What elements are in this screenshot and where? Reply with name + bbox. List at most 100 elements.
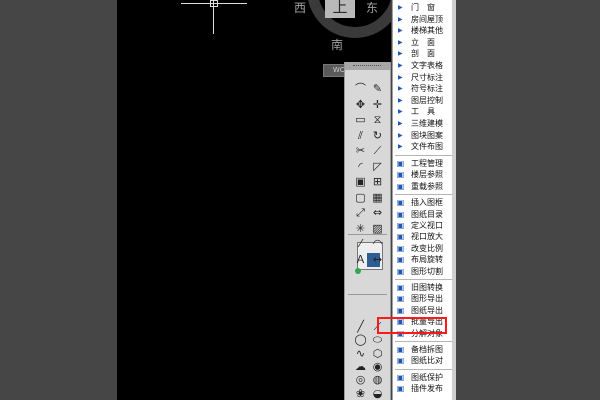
menu-item-label: 工 具 [411,107,435,117]
plugin-icon: ▣ [396,384,405,394]
menu-item-command[interactable]: ▣ 备档拆图 [393,344,455,355]
insert-tool-icon[interactable]: ⊞ [370,175,385,188]
point-tool-icon[interactable]: ◉ [370,360,385,373]
submenu-arrow-icon: ▶ [398,27,403,35]
menu-item-command[interactable]: ▣ 改变比例 [393,243,455,254]
block-tool-icon[interactable]: ▣ [353,175,368,188]
explode-tool-icon[interactable]: ✳ [353,222,368,235]
ellipse-tool-icon[interactable]: ⬭ [370,333,385,346]
viewcube-west-label[interactable]: 西 [294,0,306,16]
menu-item-command[interactable]: ▣ 旧图转换 [393,282,455,293]
move-tool-icon[interactable]: ✛ [370,98,385,111]
menu-item-command[interactable]: ▣ 图纸比对 [393,355,455,366]
menu-item-command[interactable]: ▣ 插件发布 [393,383,455,394]
menu-item-label: 图纸比对 [411,356,443,366]
menu-item-command[interactable]: ▣ 图形导出 [393,293,455,304]
revcloud-tool-icon[interactable]: ❀ [353,387,368,400]
rotate-tool-icon[interactable]: ↻ [370,129,385,142]
menu-item-command[interactable]: ▣ 插入图框 [393,197,455,208]
gradient-tool-icon[interactable]: ◒ [370,387,385,400]
menu-item-label: 符号标注 [411,84,443,94]
dimension-tool-icon[interactable]: ↔ [370,253,385,266]
menu-item-label: 重载参照 [411,181,443,191]
menu-item-label: 剖 面 [411,49,435,59]
submenu-arrow-icon: ▶ [398,143,403,151]
wipeout-tool-icon[interactable]: ◍ [370,373,385,386]
menu-item-command[interactable]: ▣ 视口放大 [393,231,455,242]
tool-palette: ⌒ ✎ ✥ ✛ ▭ ⧖ ⫽ ↻ ✂ ⟋ ◜ ◸ ▣ ⊞ ▢ ▦ ⤢ ⇔ ✳ ▨ ⁄ ◠ Ａ ↔ ╱ ⟋ ◯ ⬭ ∿ ⬡ ☁ ◉ ◎ ◍ ❀ ◒ [344,62,391,400]
menu-item-label: 布局旋转 [411,255,443,265]
menu-item-submenu[interactable]: ▶ 门 窗 [393,2,455,13]
menu-item-label: 旧图转换 [411,283,443,292]
polyline-tool-icon[interactable]: ⌒ [353,82,368,95]
circle-tool-icon[interactable]: ◯ [353,333,368,346]
reload-ref-icon: ▣ [396,181,405,191]
rectangle-tool-icon[interactable]: ▭ [353,113,368,126]
floor-ref-icon: ▣ [396,170,405,180]
menu-item-submenu[interactable]: ▶ 文字表格 [393,60,455,71]
convert-icon: ▣ [396,283,405,292]
menu-item-submenu[interactable]: ▶ 文件布图 [393,141,455,152]
viewcube-top-face[interactable]: 上 [325,0,355,18]
donut-tool-icon[interactable]: ◎ [353,373,368,386]
region-tool-icon[interactable]: ▢ [353,191,368,204]
menu-item-label: 备档拆图 [411,345,443,354]
polygon-tool-icon[interactable]: ⬡ [370,347,385,360]
trim-tool-icon[interactable]: ✂ [353,144,368,157]
menu-item-label: 图纸目录 [411,209,443,219]
cut-icon: ▣ [396,266,405,276]
menu-item-label: 图纸导出 [411,305,443,315]
menu-item-command[interactable]: ▣ 图纸导出 [393,305,455,316]
menu-item-command[interactable]: ▣ 图纸保护 [393,372,455,383]
menu-item-submenu[interactable]: ▶ 尺寸标注 [393,72,455,83]
menu-item-label: 尺寸标注 [411,72,443,82]
pencil-tool-icon[interactable]: ✎ [370,82,385,95]
arc-tool-icon[interactable]: ◠ [370,237,385,250]
menu-item-command[interactable]: ▣ 布局旋转 [393,254,455,265]
draw-line-icon[interactable]: ╱ [353,320,368,333]
viewcube-south-label[interactable]: 南 [331,36,343,53]
menu-item-label: 工程管理 [411,159,443,168]
menu-item-submenu[interactable]: ▶ 三维建模 [393,118,455,129]
menu-item-submenu[interactable]: ▶ 符号标注 [393,83,455,94]
spline-tool-icon[interactable]: ∿ [353,347,368,360]
scale-tool-icon[interactable]: ⤢ [353,206,368,219]
menu-item-label: 楼梯其他 [411,26,443,36]
menu-item-submenu[interactable]: ▶ 房间屋顶 [393,14,455,25]
chamfer-tool-icon[interactable]: ◸ [370,160,385,173]
project-icon: ▣ [396,159,405,168]
menu-item-submenu[interactable]: ▶ 立 面 [393,37,455,48]
hatch-tool-icon[interactable]: ▨ [370,222,385,235]
palette-title-bar[interactable] [345,62,390,70]
menu-item-command[interactable]: ▣ 工程管理 [393,158,455,169]
stretch-tool-icon[interactable]: ⇔ [370,206,385,219]
mirror-tool-icon[interactable]: ⧖ [370,113,385,126]
menu-item-submenu[interactable]: ▶ 工 具 [393,106,455,117]
viewcube-east-label[interactable]: 东 [366,0,378,16]
menu-item-label: 图块图案 [411,130,443,140]
menu-item-submenu[interactable]: ▶ 剖 面 [393,48,455,59]
menu-item-command[interactable]: ▣ 图形切割 [393,266,455,277]
array-tool-icon[interactable]: ▦ [370,191,385,204]
text-tool-icon[interactable]: Ａ [353,253,368,266]
cloud-tool-icon[interactable]: ☁ [353,360,368,373]
extend-tool-icon[interactable]: ⟋ [370,144,385,157]
menu-item-label: 图形导出 [411,294,443,304]
pan-tool-icon[interactable]: ✥ [353,98,368,111]
menu-item-submenu[interactable]: ▶ 图层控制 [393,95,455,106]
line-tool-icon[interactable]: ⁄ [353,237,368,250]
menu-item-label: 图层控制 [411,95,443,105]
menu-item-command[interactable]: ▣ 楼层参照 [393,169,455,180]
offset-tool-icon[interactable]: ⫽ [353,129,368,142]
menu-item-submenu[interactable]: ▶ 楼梯其他 [393,25,455,36]
catalog-icon: ▣ [396,209,405,219]
fillet-tool-icon[interactable]: ◜ [353,160,368,173]
menu-item-label: 立 面 [411,37,435,47]
menu-item-command[interactable]: ▣ 图纸目录 [393,209,455,220]
compare-icon: ▣ [396,356,405,366]
submenu-arrow-icon: ▶ [398,62,403,69]
menu-item-submenu[interactable]: ▶ 图块图案 [393,130,455,141]
menu-item-label: 图纸保护 [411,372,443,382]
menu-item-command[interactable]: ▣ 定义视口 [393,220,455,231]
menu-item-command[interactable]: ▣ 重载参照 [393,181,455,192]
